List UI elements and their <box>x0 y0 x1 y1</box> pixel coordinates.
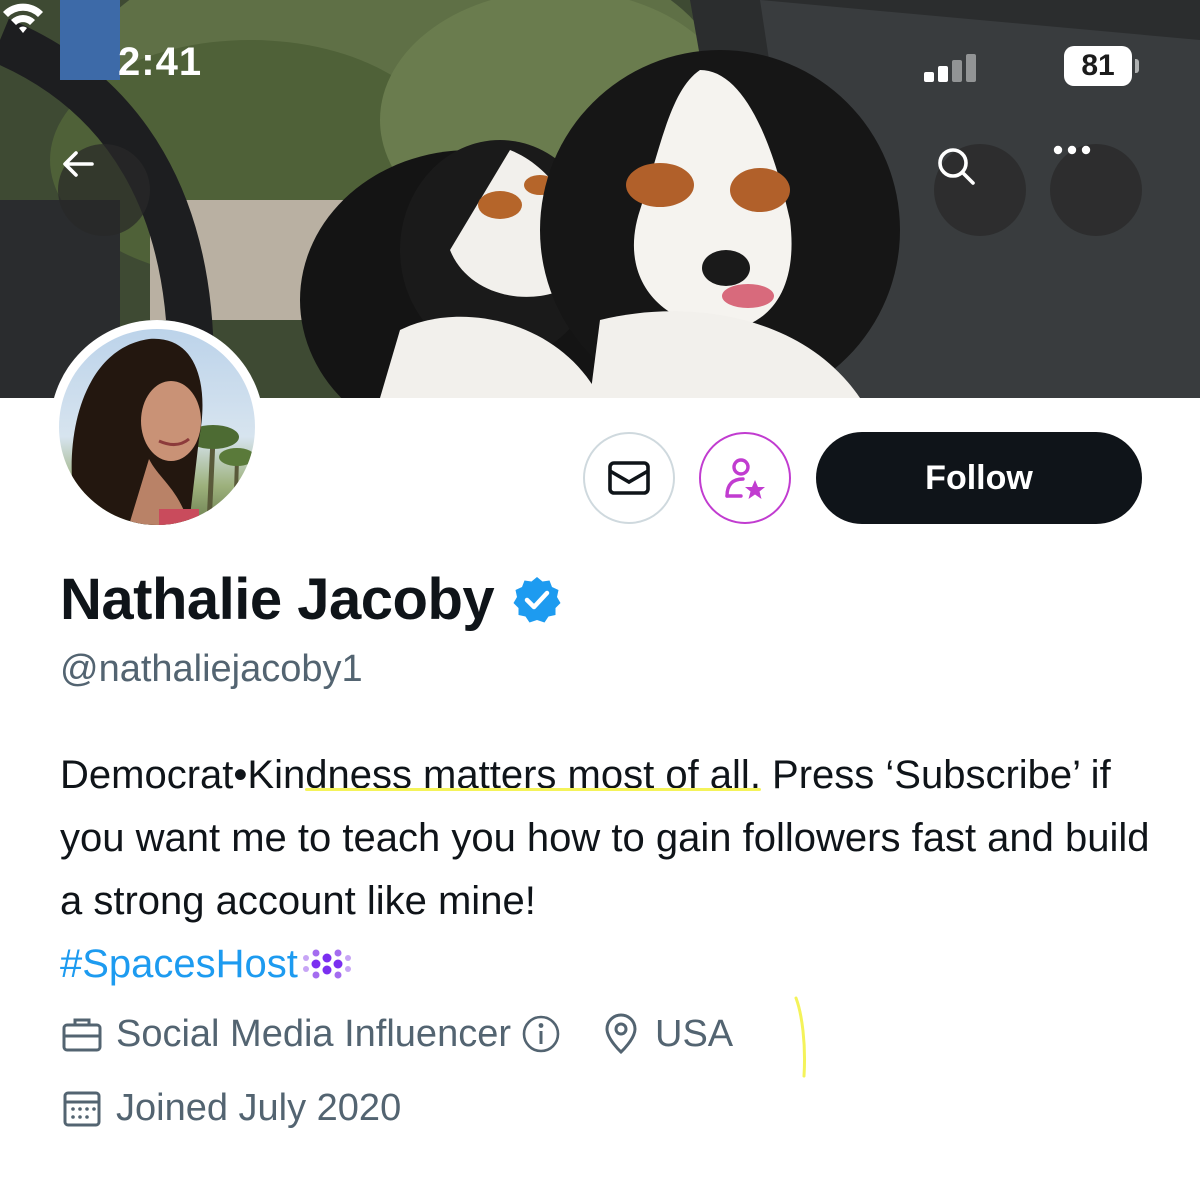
envelope-icon <box>608 461 650 495</box>
back-button[interactable] <box>58 144 150 236</box>
bio-text-start: Democrat•Kin <box>60 753 306 797</box>
location-pin-icon <box>605 1013 637 1055</box>
arrow-left-icon <box>63 151 94 177</box>
subscribe-button[interactable] <box>699 432 791 524</box>
spaces-dots-icon <box>302 949 351 979</box>
more-horizontal-icon <box>1053 145 1091 155</box>
verified-badge-icon[interactable] <box>512 575 562 625</box>
search-icon <box>938 148 975 185</box>
search-button[interactable] <box>934 144 1026 236</box>
joined-date: Joined July 2020 <box>116 1086 402 1129</box>
message-button[interactable] <box>583 432 675 524</box>
wifi-icon <box>3 3 43 33</box>
person-star-icon <box>725 458 765 499</box>
status-time: 2:41 <box>118 40 203 84</box>
follow-button[interactable]: Follow <box>816 432 1142 524</box>
name-row: Nathalie Jacoby <box>60 566 562 633</box>
bio-highlighted-text: dness matters most of all. <box>305 753 761 797</box>
profile-bio: Democrat•Kindness matters most of all. P… <box>60 744 1160 996</box>
location-text: USA <box>655 1012 734 1055</box>
user-handle: @nathaliejacoby1 <box>60 648 363 690</box>
calendar-icon <box>63 1091 101 1127</box>
professional-category: Social Media Influencer <box>116 1012 511 1055</box>
avatar-photo <box>59 329 255 525</box>
more-options-button[interactable] <box>1050 144 1142 236</box>
hashtag-link[interactable]: #SpacesHost <box>60 942 298 986</box>
info-icon[interactable] <box>521 1014 561 1054</box>
cellular-signal-icon <box>924 52 980 82</box>
profile-avatar[interactable] <box>50 320 264 534</box>
battery-indicator: 81 <box>1064 46 1139 86</box>
profile-meta-row: Social Media Influencer USA <box>60 1012 733 1056</box>
display-name: Nathalie Jacoby <box>60 567 495 632</box>
profile-joined-row: Joined July 2020 <box>60 1086 401 1130</box>
briefcase-icon <box>62 1018 102 1052</box>
yellow-marker-stroke <box>794 996 806 1078</box>
